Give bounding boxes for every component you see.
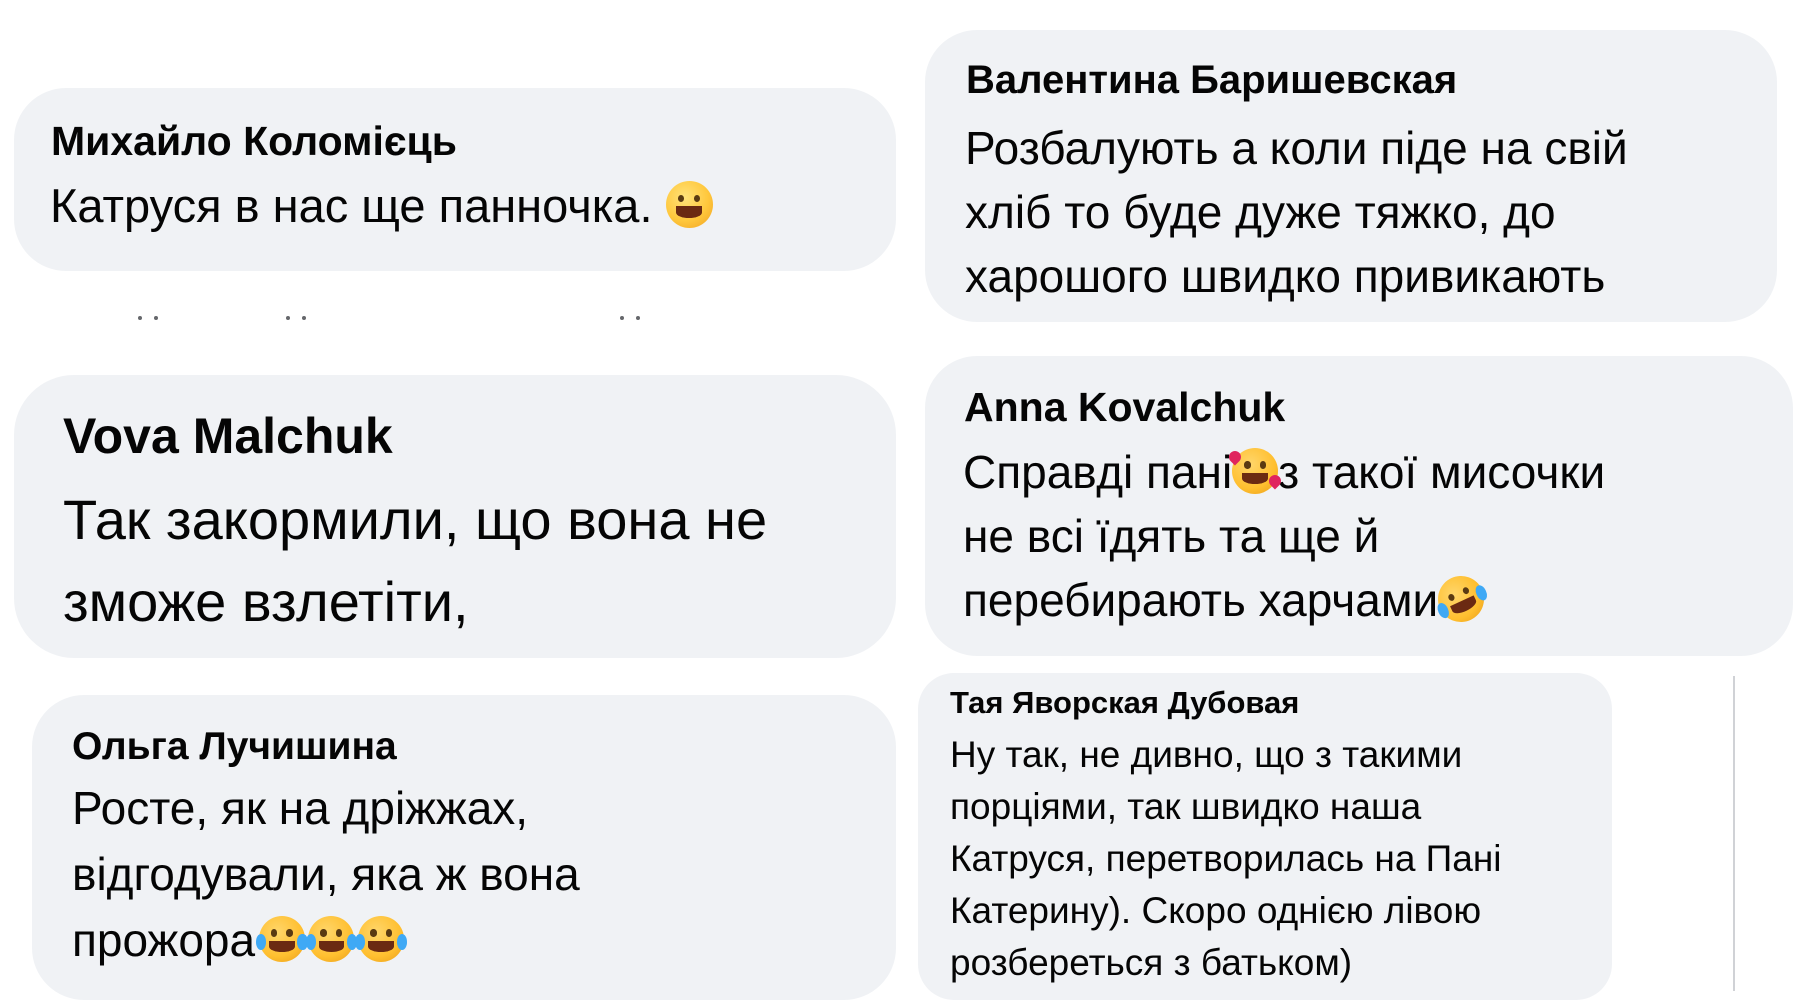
comment-line: перебирають харчами bbox=[963, 567, 1605, 632]
comment-line-part: прожора bbox=[72, 914, 256, 966]
comment-line: Катруся в нас ще панночка. bbox=[50, 179, 653, 232]
comment-bubble: Тая Яворская Дубовая Ну так, не дивно, щ… bbox=[918, 673, 1612, 1000]
comment-line: розбереться з батьком) bbox=[950, 942, 1353, 983]
comment-line: прожора bbox=[72, 907, 580, 973]
rolling-on-floor-laughing-icon bbox=[1430, 567, 1492, 630]
comment-author[interactable]: Anna Kovalchuk bbox=[964, 384, 1285, 431]
comment-line: Росте, як на дріжжах, bbox=[72, 782, 529, 834]
comment-text: Так закормили, що вона не зможе взлетіти… bbox=[63, 479, 767, 643]
comment-line: Так закормили, що вона не bbox=[63, 488, 768, 551]
comment-text: Розбалують а коли піде на свій хліб то б… bbox=[965, 116, 1628, 308]
comment-line-part: з такої мисочки bbox=[1278, 446, 1606, 498]
comment-line: Ну так, не дивно, що з такими bbox=[950, 734, 1463, 775]
face-with-tears-of-joy-icon bbox=[256, 915, 308, 962]
comment-line: Катруся, перетворилась на Пані bbox=[950, 838, 1502, 879]
comment-author[interactable]: Vova Malchuk bbox=[63, 407, 393, 465]
comment-line: хліб то буде дуже тяжко, до bbox=[965, 186, 1556, 238]
smiling-face-with-hearts-icon bbox=[1226, 447, 1284, 494]
hugging-face-icon bbox=[665, 180, 713, 228]
face-with-tears-of-joy-icon bbox=[355, 915, 407, 962]
comment-text: Ну так, не дивно, що з такими порціями, … bbox=[950, 729, 1502, 989]
comment-line: Справді пані з такої мисочки bbox=[963, 440, 1605, 504]
comment-text: Справді пані з такої мисочки не всі їдят… bbox=[963, 440, 1605, 632]
thread-divider bbox=[1733, 676, 1735, 991]
comment-line: зможе взлетіти, bbox=[63, 570, 469, 633]
comment-line: відгодували, яка ж вона bbox=[72, 848, 580, 900]
comment-bubble: Валентина Баришевская Розбалують а коли … bbox=[925, 30, 1777, 322]
comment-text: Катруся в нас ще панночка. bbox=[50, 178, 713, 233]
comment-bubble: Vova Malchuk Так закормили, що вона не з… bbox=[14, 375, 896, 658]
comment-bubble: Михайло Коломієць Катруся в нас ще панно… bbox=[14, 88, 896, 271]
truncated-reply-line bbox=[130, 316, 670, 322]
comment-line: порціями, так швидко наша bbox=[950, 786, 1422, 827]
comment-line: Розбалують а коли піде на свій bbox=[965, 122, 1628, 174]
comment-bubble: Ольга Лучишина Росте, як на дріжжах, від… bbox=[32, 695, 896, 1000]
comment-author[interactable]: Михайло Коломієць bbox=[51, 118, 457, 165]
comment-author[interactable]: Валентина Баришевская bbox=[966, 58, 1457, 103]
comment-author[interactable]: Тая Яворская Дубовая bbox=[950, 685, 1299, 721]
comment-line-part: Справді пані bbox=[963, 446, 1233, 498]
comment-line: Катерину). Скоро однією лівою bbox=[950, 890, 1482, 931]
face-with-tears-of-joy-icon bbox=[305, 915, 358, 962]
comment-line: не всі їдять та ще й bbox=[963, 510, 1380, 562]
comment-author[interactable]: Ольга Лучишина bbox=[72, 725, 397, 769]
comment-bubble: Anna Kovalchuk Справді пані з такої мисо… bbox=[925, 356, 1793, 656]
comment-text: Росте, як на дріжжах, відгодували, яка ж… bbox=[72, 775, 580, 973]
comment-line-part: перебирають харчами bbox=[963, 574, 1439, 626]
comment-line: харошого швидко привикають bbox=[965, 250, 1606, 302]
